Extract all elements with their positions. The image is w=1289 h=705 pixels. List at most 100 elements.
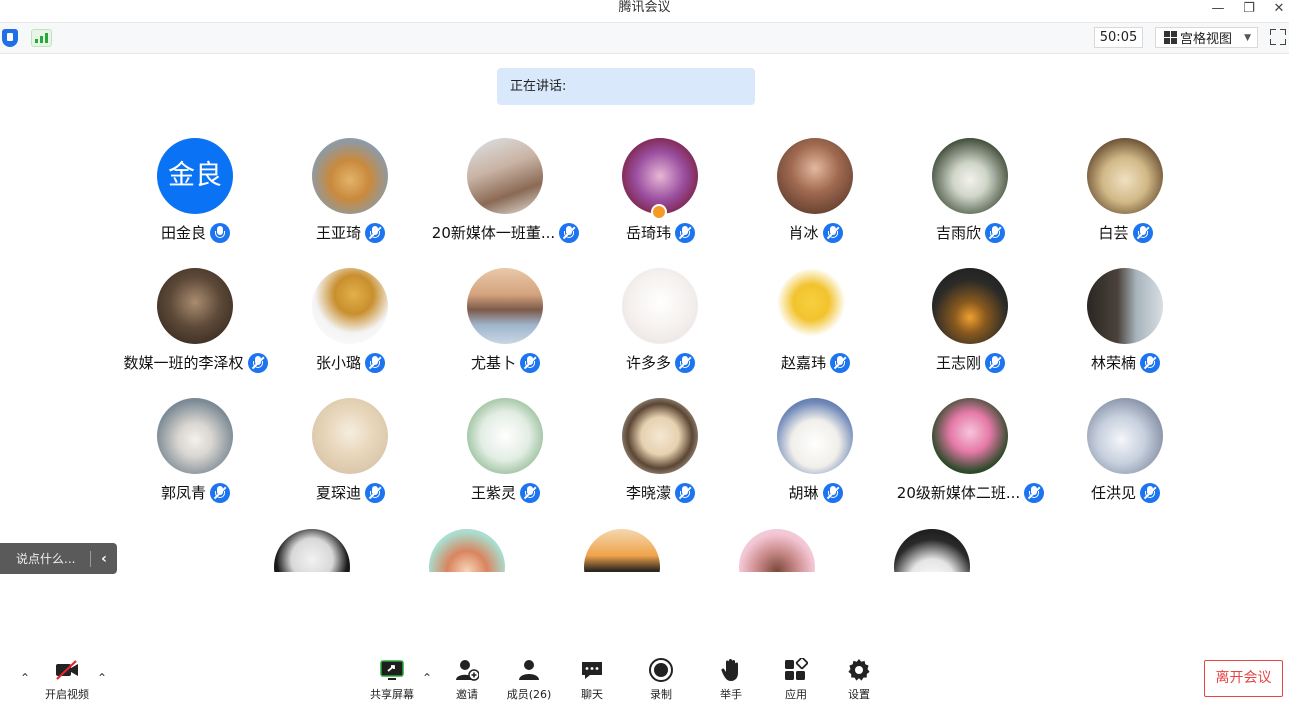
participant-name: 吉雨欣: [935, 224, 981, 242]
meeting-toolbar: 50:05 宫格视图 ▼: [0, 22, 1289, 54]
share-screen-label: 共享屏幕: [370, 688, 414, 701]
apps-icon: [785, 658, 808, 680]
participant-name: 田金良: [160, 224, 206, 242]
avatar: 金良: [157, 138, 233, 214]
chat-icon: [582, 662, 602, 679]
video-off-icon: [56, 660, 78, 680]
participant-row-partial: [0, 527, 1289, 572]
participant-name: 王紫灵: [470, 484, 516, 502]
microphone-muted-icon[interactable]: [830, 352, 850, 373]
share-screen-icon: [380, 660, 404, 680]
avatar: [622, 268, 698, 344]
microphone-muted-icon[interactable]: [365, 222, 385, 243]
participant-tile[interactable]: 白芸: [1048, 138, 1203, 253]
record-label: 录制: [650, 688, 672, 701]
microphone-muted-icon[interactable]: [985, 352, 1005, 373]
settings-button[interactable]: 设置: [829, 656, 889, 702]
title-bar: 腾讯会议 — ❐ ✕: [0, 0, 1289, 22]
avatar: [157, 398, 233, 474]
participant-name: 李晓濛: [625, 484, 671, 502]
microphone-muted-icon[interactable]: [1132, 222, 1153, 243]
avatar[interactable]: [584, 529, 660, 572]
avatar[interactable]: [894, 529, 970, 572]
avatar: [312, 138, 388, 214]
share-options-chevron-icon[interactable]: ⌃: [422, 671, 432, 685]
participant-name: 郭凤青: [160, 484, 206, 502]
microphone-muted-icon[interactable]: [675, 352, 695, 373]
microphone-muted-icon[interactable]: [1140, 352, 1160, 373]
share-screen-button[interactable]: 共享屏幕: [362, 656, 422, 702]
microphone-muted-icon[interactable]: [822, 482, 843, 503]
microphone-icon[interactable]: [210, 222, 230, 243]
participant-name: 任洪见: [1090, 484, 1136, 502]
avatar: [622, 398, 698, 474]
invite-button[interactable]: 邀请: [437, 656, 497, 702]
participant-name: 夏琛迪: [315, 484, 361, 502]
security-shield-icon[interactable]: [2, 29, 18, 47]
microphone-muted-icon[interactable]: [210, 482, 230, 503]
avatar: [467, 138, 543, 214]
chat-label: 聊天: [581, 688, 603, 701]
video-button-label: 开启视频: [45, 688, 89, 701]
gear-icon: [848, 659, 870, 681]
avatar: [1087, 138, 1163, 214]
avatar: [312, 398, 388, 474]
participant-tile[interactable]: 任洪见: [1048, 398, 1203, 513]
avatar: [467, 398, 543, 474]
avatar: [312, 268, 388, 344]
microphone-muted-icon[interactable]: [675, 222, 695, 243]
leave-meeting-button[interactable]: 离开会议: [1204, 660, 1283, 697]
video-options-chevron-icon[interactable]: ⌃: [97, 671, 107, 685]
chat-button[interactable]: 聊天: [562, 656, 622, 702]
chevron-down-icon: ▼: [1244, 32, 1251, 43]
microphone-muted-icon[interactable]: [365, 482, 385, 503]
avatar: [622, 138, 698, 214]
close-button[interactable]: ✕: [1267, 0, 1289, 16]
avatar[interactable]: [274, 529, 350, 572]
signal-strength-icon[interactable]: [31, 29, 52, 47]
avatar[interactable]: [429, 529, 505, 572]
raise-hand-button[interactable]: 举手: [701, 656, 761, 702]
microphone-muted-icon[interactable]: [1140, 482, 1160, 503]
meeting-timer: 50:05: [1094, 27, 1143, 48]
avatar: [932, 138, 1008, 214]
settings-label: 设置: [848, 688, 870, 701]
video-button[interactable]: 开启视频: [37, 656, 97, 702]
members-button[interactable]: 成员(26): [499, 656, 559, 702]
participant-name: 胡琳: [788, 484, 819, 502]
minimize-button[interactable]: —: [1206, 0, 1230, 16]
chat-placeholder[interactable]: 说点什么...: [16, 550, 75, 567]
apps-button[interactable]: 应用: [766, 656, 826, 702]
microphone-muted-icon[interactable]: [985, 222, 1005, 243]
avatar: [1087, 268, 1163, 344]
participant-name: 岳琦玮: [625, 224, 671, 242]
collapse-arrow-icon[interactable]: ‹: [91, 551, 117, 567]
chat-quick-input[interactable]: 说点什么... ‹: [0, 543, 117, 574]
record-icon: [649, 658, 673, 682]
record-button[interactable]: 录制: [631, 656, 691, 702]
microphone-muted-icon[interactable]: [520, 352, 540, 373]
host-badge-icon: [651, 204, 667, 220]
view-selector[interactable]: 宫格视图 ▼: [1155, 27, 1258, 48]
fullscreen-icon[interactable]: [1270, 29, 1286, 45]
microphone-muted-icon[interactable]: [822, 222, 843, 243]
avatar: [1087, 398, 1163, 474]
participant-name: 张小璐: [315, 354, 361, 372]
avatar: [157, 268, 233, 344]
participant-tile[interactable]: 林荣楠: [1048, 268, 1203, 383]
avatar[interactable]: [739, 529, 815, 572]
participant-name: 林荣楠: [1090, 354, 1136, 372]
participant-name: 尤基卜: [470, 354, 516, 372]
avatar: [777, 268, 853, 344]
microphone-muted-icon[interactable]: [675, 482, 695, 503]
audio-options-chevron-icon[interactable]: ⌃: [20, 671, 30, 685]
add-person-icon: [456, 660, 479, 681]
participant-name: 王志刚: [935, 354, 981, 372]
avatar: [467, 268, 543, 344]
participant-name: 肖冰: [788, 224, 819, 242]
restore-button[interactable]: ❐: [1237, 0, 1261, 16]
participant-name: 白芸: [1098, 224, 1129, 242]
avatar: [932, 268, 1008, 344]
microphone-muted-icon[interactable]: [520, 482, 540, 503]
microphone-muted-icon[interactable]: [365, 352, 385, 373]
